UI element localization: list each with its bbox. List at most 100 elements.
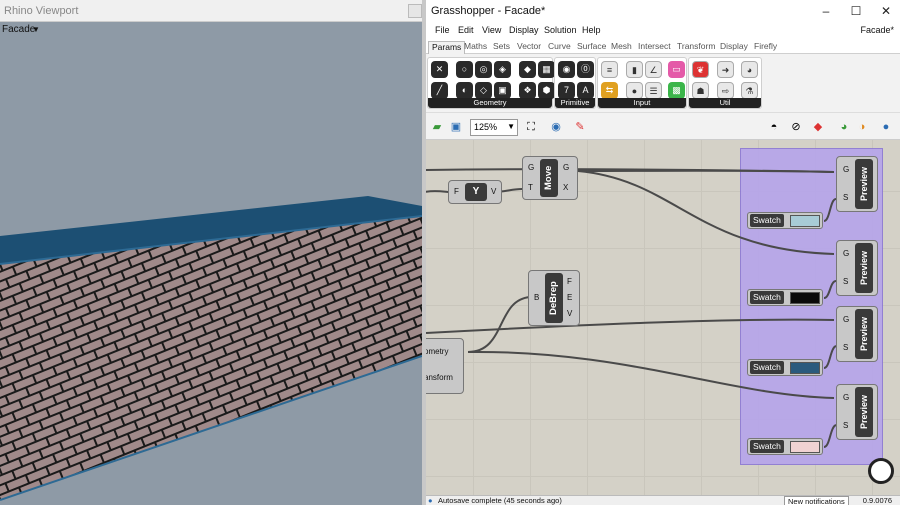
viewport-dropdown-icon[interactable]: ▼ xyxy=(32,25,40,34)
debrep-input-b[interactable]: B xyxy=(534,293,539,302)
viewport-canvas[interactable] xyxy=(0,0,422,505)
tab-intersect[interactable]: Intersect xyxy=(638,41,671,54)
relay-forward-icon[interactable]: ➜ xyxy=(717,61,734,78)
wireframe-icon[interactable]: ⊘ xyxy=(788,119,804,135)
tab-firefly[interactable]: Firefly xyxy=(754,41,777,54)
brep-param-icon[interactable]: ◆ xyxy=(519,61,536,78)
minimize-icon[interactable]: – xyxy=(816,3,836,19)
tab-sets[interactable]: Sets xyxy=(493,41,510,54)
slider-icon[interactable]: ⇆ xyxy=(601,82,618,99)
field-param-icon[interactable]: ❖ xyxy=(519,82,536,99)
tab-vector[interactable]: Vector xyxy=(517,41,541,54)
circle-param-icon[interactable]: ○ xyxy=(456,61,473,78)
move-output-x[interactable]: X xyxy=(563,183,568,192)
zoom-extents-icon[interactable]: ⛶ xyxy=(523,119,539,135)
panel-icon[interactable]: ≡ xyxy=(601,61,618,78)
viewport-label[interactable]: Facade xyxy=(2,24,35,35)
flask-icon[interactable]: ⚗ xyxy=(741,82,758,99)
document-preview-icon[interactable]: ◑ xyxy=(854,119,870,135)
shaded-preview-icon[interactable]: ◆ xyxy=(810,119,826,135)
menu-display[interactable]: Display xyxy=(509,25,539,35)
graph-mapper-icon[interactable]: ∠ xyxy=(645,61,662,78)
preview-component-4[interactable]: G S Preview xyxy=(836,384,878,440)
preview-2-input-s[interactable]: S xyxy=(843,277,848,286)
transform-component[interactable]: ometry ansform xyxy=(426,338,464,394)
tab-curve[interactable]: Curve xyxy=(548,41,571,54)
boolean-param-icon[interactable]: ◉ xyxy=(558,61,575,78)
plane-param-icon[interactable]: ◇ xyxy=(475,82,492,99)
move-input-t[interactable]: T xyxy=(528,183,533,192)
preview-component-1[interactable]: G S Preview xyxy=(836,156,878,212)
preview-3-input-g[interactable]: G xyxy=(843,315,849,324)
debrep-output-f[interactable]: F xyxy=(567,277,572,286)
preview-mode-icon[interactable]: ◓ xyxy=(766,119,782,135)
preview-4-input-s[interactable]: S xyxy=(843,421,848,430)
gh-canvas[interactable]: F Y V G T Move G X B DeBrep F E V ometry… xyxy=(426,140,900,495)
preview-1-input-s[interactable]: S xyxy=(843,193,848,202)
button-icon[interactable]: ● xyxy=(626,82,643,99)
zoom-dropdown[interactable]: 125% ▼ xyxy=(470,119,518,136)
swatch-component-1[interactable]: Swatch xyxy=(747,212,823,229)
debrep-output-v[interactable]: V xyxy=(567,309,572,318)
transform-output-geometry[interactable]: ometry xyxy=(426,347,448,356)
tab-mesh[interactable]: Mesh xyxy=(611,41,632,54)
mesh-param-icon[interactable]: ▦ xyxy=(538,61,555,78)
tab-maths[interactable]: Maths xyxy=(464,41,487,54)
preview-component-3[interactable]: G S Preview xyxy=(836,306,878,362)
maximize-icon[interactable]: ☐ xyxy=(846,3,866,19)
palette-icon[interactable]: ◕ xyxy=(741,61,758,78)
line-param-icon[interactable]: ╱ xyxy=(431,82,448,99)
toggle-icon[interactable]: ▮ xyxy=(626,61,643,78)
open-file-icon[interactable]: ▰ xyxy=(429,119,445,135)
y-input-port[interactable]: F xyxy=(454,187,459,196)
preview-3-input-s[interactable]: S xyxy=(843,343,848,352)
close-icon[interactable]: ✕ xyxy=(876,3,896,19)
preview-eye-icon[interactable]: ◉ xyxy=(548,119,564,135)
menu-solution[interactable]: Solution xyxy=(544,25,577,35)
point-param-icon[interactable]: ✕ xyxy=(431,61,448,78)
preview-1-input-g[interactable]: G xyxy=(843,165,849,174)
save-icon[interactable]: ▣ xyxy=(448,119,464,135)
relay-back-icon[interactable]: ⇨ xyxy=(717,82,734,99)
integer-param-icon[interactable]: ⓪ xyxy=(577,61,594,78)
swatch-1-color[interactable] xyxy=(790,215,820,227)
preview-component-2[interactable]: G S Preview xyxy=(836,240,878,296)
gradient-icon[interactable]: ▭ xyxy=(668,61,685,78)
preview-2-input-g[interactable]: G xyxy=(843,249,849,258)
tab-params[interactable]: Params xyxy=(428,41,466,54)
swatch-2-color[interactable] xyxy=(790,292,820,304)
menu-file[interactable]: File xyxy=(435,25,450,35)
y-output-port[interactable]: V xyxy=(491,187,496,196)
colour-swatch-icon[interactable]: ▩ xyxy=(668,82,685,99)
menu-edit[interactable]: Edit xyxy=(458,25,474,35)
swatch-4-color[interactable] xyxy=(790,441,820,453)
swatch-component-2[interactable]: Swatch xyxy=(747,289,823,306)
menu-help[interactable]: Help xyxy=(582,25,601,35)
text-param-icon[interactable]: A xyxy=(577,82,594,99)
tab-surface[interactable]: Surface xyxy=(577,41,606,54)
sketch-pen-icon[interactable]: ✎ xyxy=(572,119,588,135)
rhino-window-button[interactable] xyxy=(408,4,422,18)
debrep-output-e[interactable]: E xyxy=(567,293,572,302)
y-component[interactable]: F Y V xyxy=(448,180,502,204)
swatch-component-4[interactable]: Swatch xyxy=(747,438,823,455)
geometry-param-icon[interactable]: ⬢ xyxy=(538,82,555,99)
debrep-component[interactable]: B DeBrep F E V xyxy=(528,270,580,326)
navigation-compass-icon[interactable] xyxy=(868,458,894,484)
preview-4-input-g[interactable]: G xyxy=(843,393,849,402)
value-list-icon[interactable]: ☰ xyxy=(645,82,662,99)
sphere-preview-icon[interactable]: ● xyxy=(878,119,894,135)
arc-param-icon[interactable]: ◐ xyxy=(456,82,473,99)
number-param-icon[interactable]: 7 xyxy=(558,82,575,99)
menu-view[interactable]: View xyxy=(482,25,501,35)
selected-preview-icon[interactable]: ◕ xyxy=(836,119,852,135)
data-dam-icon[interactable]: ☗ xyxy=(692,82,709,99)
swatch-component-3[interactable]: Swatch xyxy=(747,359,823,376)
surface-param-icon[interactable]: ◈ xyxy=(494,61,511,78)
transform-output-transform[interactable]: ansform xyxy=(426,373,453,382)
curve-param-icon[interactable]: ◎ xyxy=(475,61,492,78)
cherry-icon[interactable]: ❦ xyxy=(692,61,709,78)
tab-transform[interactable]: Transform xyxy=(677,41,715,54)
move-input-g[interactable]: G xyxy=(528,163,534,172)
move-output-g[interactable]: G xyxy=(563,163,569,172)
